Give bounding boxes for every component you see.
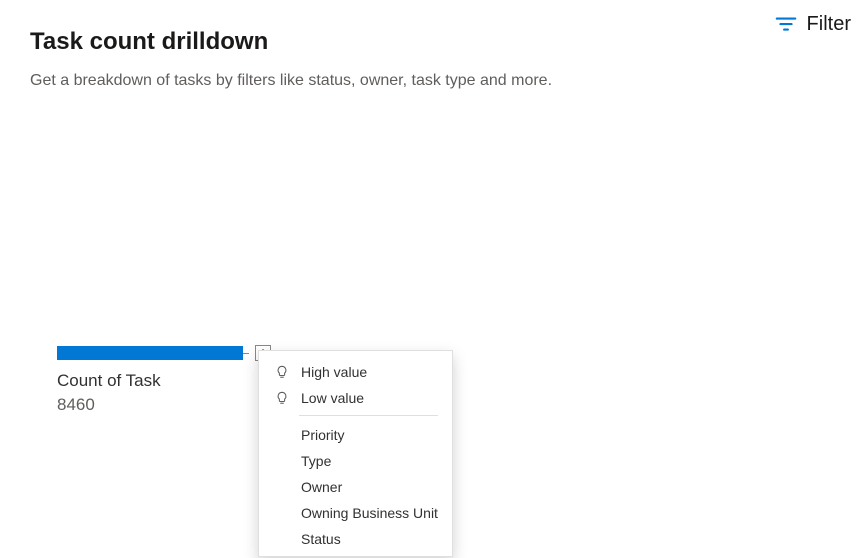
menu-item-owner[interactable]: Owner (259, 474, 452, 500)
bar-segment[interactable] (57, 346, 243, 360)
chart-area: Count of Task 8460 (57, 345, 271, 415)
filter-icon (775, 14, 797, 36)
bar-connector (243, 353, 249, 354)
bar-row (57, 345, 271, 361)
bar-label: Count of Task (57, 371, 271, 391)
menu-item-label: Owner (301, 479, 342, 495)
menu-item-type[interactable]: Type (259, 448, 452, 474)
menu-item-label: Status (301, 531, 341, 547)
page-title: Task count drilldown (30, 28, 833, 56)
menu-separator (299, 415, 438, 416)
menu-item-label: Priority (301, 427, 345, 443)
menu-item-label: High value (301, 364, 367, 380)
menu-item-high-value[interactable]: High value (259, 359, 452, 385)
menu-item-priority[interactable]: Priority (259, 422, 452, 448)
lightbulb-icon (273, 365, 291, 379)
lightbulb-icon (273, 391, 291, 405)
menu-item-owning-business-unit[interactable]: Owning Business Unit (259, 500, 452, 526)
filter-label: Filter (807, 13, 851, 36)
menu-item-status[interactable]: Status (259, 526, 452, 552)
filter-button[interactable]: Filter (775, 13, 851, 36)
page-subtitle: Get a breakdown of tasks by filters like… (30, 72, 833, 90)
menu-item-low-value[interactable]: Low value (259, 385, 452, 411)
drilldown-menu: High value Low value Priority Type Owner… (258, 350, 453, 557)
menu-item-label: Low value (301, 390, 364, 406)
menu-item-label: Type (301, 453, 331, 469)
page: Filter Task count drilldown Get a breakd… (0, 0, 863, 558)
menu-item-label: Owning Business Unit (301, 505, 438, 521)
bar-value: 8460 (57, 395, 271, 415)
